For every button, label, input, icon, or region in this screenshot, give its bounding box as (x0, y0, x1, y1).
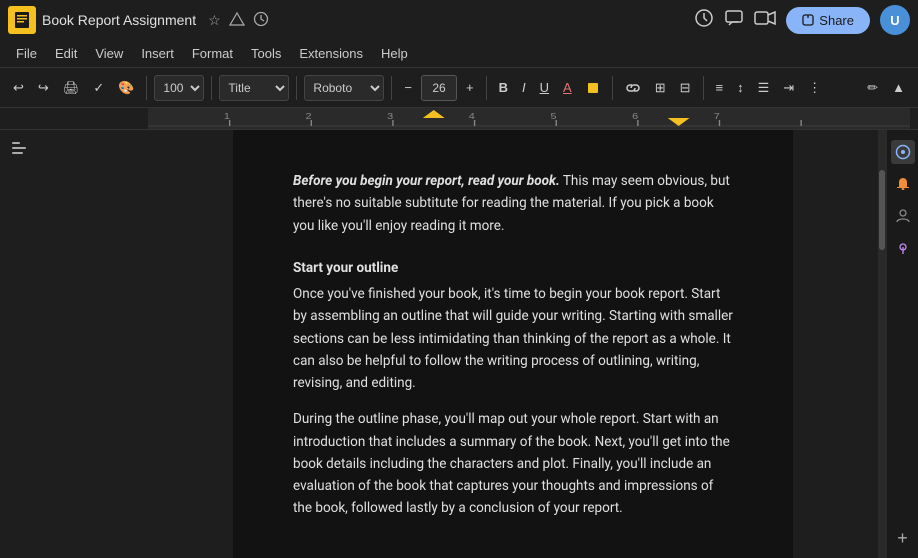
app-icon (8, 6, 36, 34)
divider7 (703, 76, 704, 100)
doc-title[interactable]: Book Report Assignment (42, 12, 196, 28)
title-icons: ☆ (208, 11, 269, 30)
share-button[interactable]: Share (786, 7, 870, 34)
title-bar: Book Report Assignment ☆ Share U (0, 0, 918, 40)
font-select[interactable]: Roboto Arial Times New Roman (304, 75, 384, 101)
bold-button[interactable]: B (494, 76, 513, 99)
redo-button[interactable]: ↪ (33, 76, 54, 100)
maps-icon[interactable] (891, 236, 915, 260)
history-icon[interactable] (253, 11, 269, 30)
svg-text:1: 1 (224, 112, 230, 121)
divider3 (296, 76, 297, 100)
menu-insert[interactable]: Insert (133, 43, 182, 64)
chat-icon[interactable] (724, 8, 744, 33)
menu-format[interactable]: Format (184, 43, 241, 64)
left-sidebar (0, 130, 148, 558)
bold-italic-text: Before you begin your report, read your … (293, 173, 560, 189)
toolbar: ↩ ↪ 🖨 ✓ 🎨 100% Title Normal Heading 1 Ro… (0, 68, 918, 108)
title-right: Share U (694, 5, 910, 35)
doc-title-area: Book Report Assignment (42, 12, 196, 28)
menu-tools[interactable]: Tools (243, 43, 289, 64)
svg-text:7: 7 (714, 112, 720, 121)
add-icon[interactable]: + (891, 526, 915, 550)
font-size-decrease[interactable]: − (399, 76, 417, 99)
font-size-increase[interactable]: + (461, 76, 479, 99)
highlight-button[interactable] (581, 77, 605, 99)
insert-image-button[interactable]: ⊞ (650, 76, 671, 100)
avatar[interactable]: U (880, 5, 910, 35)
zoom-select[interactable]: 100% (154, 75, 204, 101)
divider4 (391, 76, 392, 100)
divider1 (146, 76, 147, 100)
style-select[interactable]: Title Normal Heading 1 (219, 75, 289, 101)
color-button[interactable]: A (558, 76, 577, 99)
paragraph-1: Before you begin your report, read your … (293, 170, 733, 237)
print-button[interactable]: 🖨 (58, 76, 85, 100)
indent-button[interactable]: ⇥ (778, 76, 799, 100)
explore-icon[interactable] (891, 140, 915, 164)
align-button[interactable]: ≡ (711, 76, 729, 99)
main-area: Before you begin your report, read your … (0, 130, 918, 558)
insert-table-button[interactable]: ⊟ (675, 76, 696, 100)
person-icon[interactable] (891, 204, 915, 228)
scroll-thumb[interactable] (879, 170, 885, 250)
svg-text:2: 2 (306, 112, 312, 121)
section-2-para: During the outline phase, you'll map out… (293, 408, 733, 519)
divider2 (211, 76, 212, 100)
menu-view[interactable]: View (87, 43, 131, 64)
section-1-para: Once you've finished your book, it's tim… (293, 283, 733, 394)
drive-icon[interactable] (229, 12, 245, 29)
document-page[interactable]: Before you begin your report, read your … (233, 130, 793, 558)
link-button[interactable] (620, 78, 646, 98)
line-spacing-button[interactable]: ↕ (732, 76, 749, 99)
notifications-icon[interactable] (891, 172, 915, 196)
menu-extensions[interactable]: Extensions (291, 43, 371, 64)
page-container: Before you begin your report, read your … (148, 130, 878, 558)
menu-file[interactable]: File (8, 43, 45, 64)
divider5 (486, 76, 487, 100)
underline-button[interactable]: U (535, 76, 554, 99)
font-size-input[interactable] (421, 75, 457, 101)
section-1-heading: Start your outline (293, 257, 733, 279)
star-icon[interactable]: ☆ (208, 12, 221, 29)
scrollbar[interactable] (878, 130, 886, 558)
svg-text:6: 6 (632, 112, 638, 121)
video-icon[interactable] (754, 10, 776, 31)
ruler: 1 2 3 4 5 6 7 (0, 108, 918, 130)
divider6 (612, 76, 613, 100)
menu-help[interactable]: Help (373, 43, 416, 64)
voice-button[interactable]: ▲ (887, 76, 910, 99)
more-toolbar[interactable]: ⋮ (803, 76, 826, 100)
menu-edit[interactable]: Edit (47, 43, 85, 64)
svg-text:4: 4 (469, 112, 476, 121)
spell-check-button[interactable]: ✓ (88, 76, 109, 100)
list-button[interactable]: ☰ (753, 76, 775, 100)
pen-mode-button[interactable]: ✏ (862, 76, 883, 100)
outline-icon[interactable] (12, 140, 32, 163)
svg-text:5: 5 (550, 112, 556, 121)
italic-button[interactable]: I (517, 76, 531, 99)
ruler-inner: 1 2 3 4 5 6 7 (148, 108, 910, 129)
undo-button[interactable]: ↩ (8, 76, 29, 100)
paint-format-button[interactable]: 🎨 (113, 76, 139, 100)
history-toolbar-icon[interactable] (694, 8, 714, 33)
svg-text:3: 3 (387, 112, 393, 121)
menu-bar: File Edit View Insert Format Tools Exten… (0, 40, 918, 68)
right-panel: + (886, 130, 918, 558)
